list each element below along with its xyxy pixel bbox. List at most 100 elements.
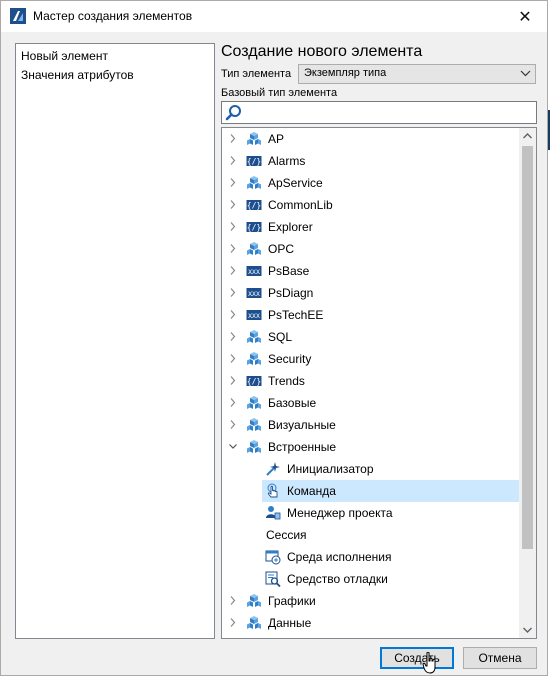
script-icon: {/} bbox=[246, 376, 262, 386]
cancel-button[interactable]: Отмена bbox=[463, 647, 537, 669]
cubes-icon bbox=[247, 440, 261, 453]
window-title: Мастер создания элементов bbox=[33, 9, 193, 23]
tree-item[interactable]: OPC bbox=[222, 238, 520, 260]
tree-item-label: Инициализатор bbox=[287, 462, 374, 476]
cubes-icon bbox=[247, 594, 261, 607]
cubes-icon bbox=[247, 176, 261, 189]
runtime-icon bbox=[265, 550, 281, 565]
element-type-select[interactable]: Экземпляр типа bbox=[298, 64, 536, 84]
cubes-icon bbox=[247, 418, 261, 431]
tree-item-label: Данные bbox=[268, 616, 312, 630]
chevron-right-icon[interactable] bbox=[228, 375, 238, 386]
chevron-right-icon[interactable] bbox=[228, 309, 238, 320]
tree-item[interactable]: ApService bbox=[222, 172, 520, 194]
chevron-right-icon[interactable] bbox=[228, 265, 238, 276]
title-bar: Мастер создания элементов ✕ bbox=[1, 1, 547, 32]
tree-item[interactable]: {/} Alarms bbox=[222, 150, 520, 172]
tree-item-label: Встроенные bbox=[268, 440, 337, 454]
chevron-right-icon[interactable] bbox=[228, 419, 238, 430]
script-icon: {/} bbox=[246, 222, 262, 232]
mouse-pointer-icon bbox=[422, 652, 436, 674]
tree-item[interactable]: Средство отладки bbox=[222, 568, 520, 590]
cubes-icon bbox=[247, 396, 261, 409]
svg-text:{/}: {/} bbox=[247, 157, 261, 166]
tree-item-label: SQL bbox=[268, 330, 293, 344]
command-icon bbox=[267, 483, 278, 498]
background-below bbox=[0, 676, 550, 681]
tree-item[interactable]: Сессия bbox=[222, 524, 520, 546]
cubes-icon bbox=[247, 616, 261, 629]
tree-item-label: CommonLib bbox=[268, 198, 333, 212]
tree-item[interactable]: AP bbox=[222, 128, 520, 150]
chevron-right-icon[interactable] bbox=[228, 155, 238, 166]
app-icon bbox=[10, 8, 26, 24]
tree-item[interactable]: Базовые bbox=[222, 392, 520, 414]
scroll-thumb[interactable] bbox=[522, 146, 533, 549]
base-type-label: Базовый тип элемента bbox=[221, 87, 338, 99]
tree-item[interactable]: Графики bbox=[222, 590, 520, 612]
cubes-icon bbox=[246, 637, 262, 639]
step-new-element[interactable]: Новый элемент bbox=[21, 49, 108, 63]
chevron-right-icon[interactable] bbox=[228, 397, 238, 408]
tree-item[interactable]: Менеджер проекта bbox=[222, 502, 520, 524]
create-button[interactable]: Создать bbox=[380, 647, 454, 669]
tree-item-label: Среда исполнения bbox=[287, 550, 392, 564]
tree-item-label: PsDiagn bbox=[268, 286, 314, 300]
svg-text:XXX: XXX bbox=[248, 290, 260, 298]
xxx-icon: XXX bbox=[246, 310, 262, 320]
tree-item-label: Команда bbox=[287, 484, 336, 498]
tree-item[interactable]: XXX PsTechEE bbox=[222, 304, 520, 326]
tree-item[interactable]: Данные bbox=[222, 612, 520, 634]
chevron-right-icon[interactable] bbox=[228, 331, 238, 342]
steps-list: Новый элемент Значения атрибутов bbox=[15, 43, 215, 639]
chevron-right-icon[interactable] bbox=[228, 595, 238, 606]
tree-item[interactable]: XXX PsDiagn bbox=[222, 282, 520, 304]
tree-item-label: Security bbox=[268, 352, 312, 366]
chevron-right-icon[interactable] bbox=[228, 353, 238, 364]
search-icon bbox=[225, 105, 241, 121]
tree-item[interactable]: XXX PsBase bbox=[222, 260, 520, 282]
tree-item[interactable]: Среда исполнения bbox=[222, 546, 520, 568]
tree-item[interactable]: {/} CommonLib bbox=[222, 194, 520, 216]
vertical-scrollbar[interactable] bbox=[519, 128, 536, 638]
tree-item-label: С... bbox=[268, 638, 287, 639]
element-type-tree[interactable]: AP {/} Alarms ApService {/} CommonLib {/} Explo… bbox=[221, 127, 537, 639]
tree-item[interactable]: Визуальные bbox=[222, 414, 520, 436]
search-input[interactable] bbox=[221, 101, 537, 124]
scroll-down-icon[interactable] bbox=[519, 621, 536, 638]
scroll-up-icon[interactable] bbox=[519, 128, 536, 145]
initializer-icon bbox=[266, 462, 280, 476]
chevron-right-icon[interactable] bbox=[228, 133, 238, 144]
xxx-icon: XXX bbox=[246, 288, 262, 298]
cubes-icon bbox=[247, 132, 261, 145]
tree-item-label: PsTechEE bbox=[268, 308, 324, 322]
wizard-window: Мастер создания элементов ✕ Новый элемен… bbox=[0, 0, 548, 676]
chevron-down-icon bbox=[520, 70, 531, 77]
chevron-right-icon[interactable] bbox=[228, 177, 238, 188]
step-attribute-values[interactable]: Значения атрибутов bbox=[21, 68, 134, 82]
svg-text:{/}: {/} bbox=[247, 201, 261, 210]
chevron-down-icon[interactable] bbox=[228, 441, 238, 452]
svg-text:{/}: {/} bbox=[247, 223, 261, 232]
chevron-right-icon[interactable] bbox=[228, 243, 238, 254]
debugger-icon bbox=[265, 571, 281, 587]
svg-text:{/}: {/} bbox=[247, 377, 261, 386]
chevron-right-icon[interactable] bbox=[228, 617, 238, 628]
script-icon: {/} bbox=[246, 156, 262, 166]
tree-item[interactable]: Инициализатор bbox=[222, 458, 520, 480]
tree-item[interactable]: С... bbox=[222, 634, 520, 639]
element-type-label: Тип элемента bbox=[221, 68, 292, 80]
chevron-right-icon[interactable] bbox=[228, 287, 238, 298]
close-button[interactable]: ✕ bbox=[503, 1, 547, 32]
tree-item[interactable]: Встроенные bbox=[222, 436, 520, 458]
tree-item[interactable]: Команда bbox=[262, 480, 520, 502]
tree-item-label: PsBase bbox=[268, 264, 310, 278]
chevron-right-icon[interactable] bbox=[228, 199, 238, 210]
tree-item[interactable]: {/} Trends bbox=[222, 370, 520, 392]
tree-item-label: Графики bbox=[268, 594, 316, 608]
chevron-right-icon[interactable] bbox=[228, 221, 238, 232]
tree-item[interactable]: SQL bbox=[222, 326, 520, 348]
tree-item[interactable]: Security bbox=[222, 348, 520, 370]
tree-item[interactable]: {/} Explorer bbox=[222, 216, 520, 238]
tree-item-label: Базовые bbox=[268, 396, 317, 410]
